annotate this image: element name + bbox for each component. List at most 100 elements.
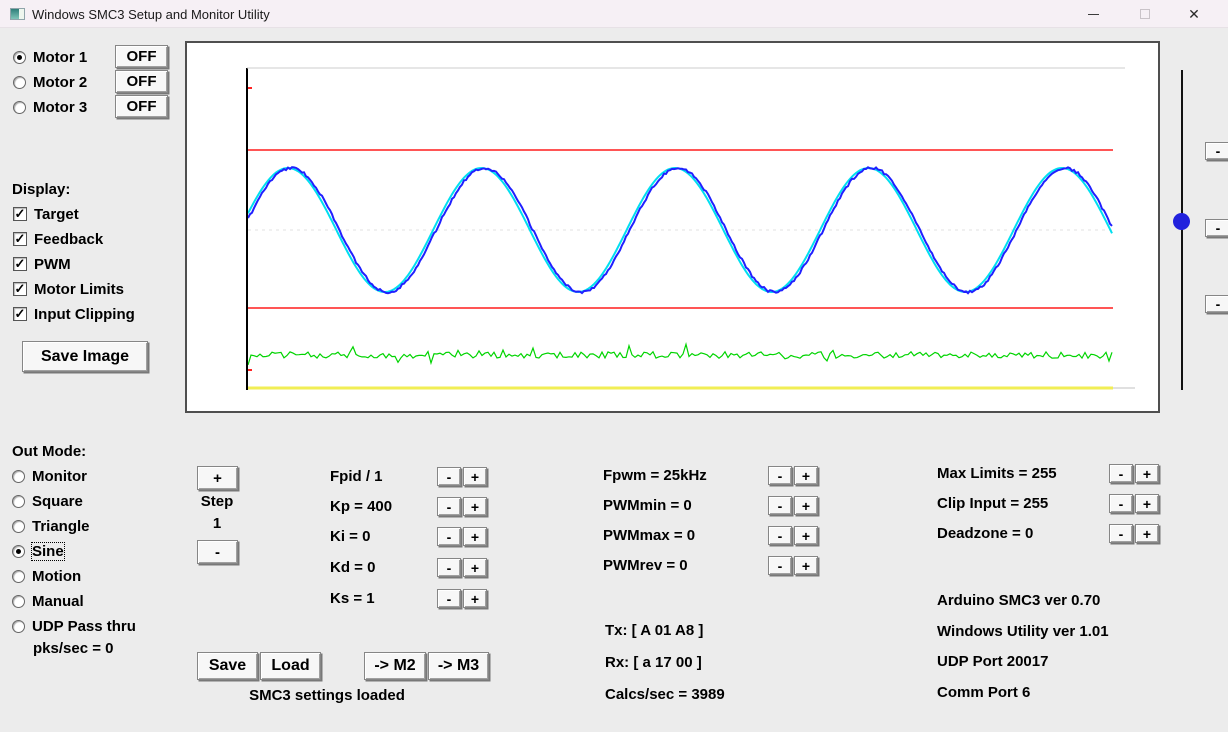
pwmmax-plus-button[interactable]: +	[794, 526, 818, 545]
kd-row: Kd = 0 - +	[330, 558, 487, 577]
pwmmin-label: PWMmin = 0	[603, 497, 766, 514]
display-motor-limits-option[interactable]: ✓ Motor Limits	[13, 280, 124, 298]
window-title: Windows SMC3 Setup and Monitor Utility	[32, 7, 270, 22]
fpid-minus-button[interactable]: -	[437, 467, 461, 486]
scope-upper-minus-button[interactable]: -	[1205, 142, 1228, 160]
pwmmax-minus-button[interactable]: -	[768, 526, 792, 545]
fpwm-plus-button[interactable]: +	[794, 466, 818, 485]
motor-1-radio[interactable]	[13, 51, 26, 64]
ki-label: Ki = 0	[330, 528, 435, 545]
display-input-clipping-option[interactable]: ✓ Input Clipping	[13, 305, 135, 323]
scope-plot	[187, 43, 1158, 411]
udp-port-text: UDP Port 20017	[937, 653, 1048, 670]
motion-label: Motion	[32, 568, 81, 585]
out-mode-manual[interactable]: Manual	[12, 592, 84, 610]
out-mode-triangle[interactable]: Triangle	[12, 517, 90, 535]
scope-lower-minus-button[interactable]: -	[1205, 295, 1228, 313]
kd-minus-button[interactable]: -	[437, 558, 461, 577]
pwmrev-minus-button[interactable]: -	[768, 556, 792, 575]
kd-label: Kd = 0	[330, 559, 435, 576]
pwm-checkbox[interactable]: ✓	[13, 257, 27, 271]
display-feedback-option[interactable]: ✓ Feedback	[13, 230, 103, 248]
monitor-label: Monitor	[32, 468, 87, 485]
fpid-plus-button[interactable]: +	[463, 467, 487, 486]
triangle-radio[interactable]	[12, 520, 25, 533]
motor-2-radio[interactable]	[13, 76, 26, 89]
scope-middle-minus-button[interactable]: -	[1205, 219, 1228, 237]
ks-label: Ks = 1	[330, 590, 435, 607]
utility-version-text: Windows Utility ver 1.01	[937, 623, 1109, 640]
out-mode-motion[interactable]: Motion	[12, 567, 81, 585]
ki-minus-button[interactable]: -	[437, 527, 461, 546]
square-radio[interactable]	[12, 495, 25, 508]
ki-plus-button[interactable]: +	[463, 527, 487, 546]
ks-plus-button[interactable]: +	[463, 589, 487, 608]
fpwm-minus-button[interactable]: -	[768, 466, 792, 485]
feedback-checkbox[interactable]: ✓	[13, 232, 27, 246]
motor-limits-label: Motor Limits	[34, 281, 124, 298]
save-image-button[interactable]: Save Image	[22, 341, 148, 372]
motor-1-option[interactable]: Motor 1	[13, 48, 87, 66]
step-minus-button[interactable]: -	[197, 540, 238, 564]
input-clipping-checkbox[interactable]: ✓	[13, 307, 27, 321]
pwm-label: PWM	[34, 256, 71, 273]
triangle-label: Triangle	[32, 518, 90, 535]
motor-limits-checkbox[interactable]: ✓	[13, 282, 27, 296]
send-to-m2-button[interactable]: -> M2	[364, 652, 426, 680]
pwmmin-minus-button[interactable]: -	[768, 496, 792, 515]
check-icon: ✓	[14, 281, 26, 297]
kp-minus-button[interactable]: -	[437, 497, 461, 516]
manual-radio[interactable]	[12, 595, 25, 608]
clip-input-plus-button[interactable]: +	[1135, 494, 1159, 513]
max-limits-plus-button[interactable]: +	[1135, 464, 1159, 483]
ks-minus-button[interactable]: -	[437, 589, 461, 608]
display-pwm-option[interactable]: ✓ PWM	[13, 255, 71, 273]
udp-radio[interactable]	[12, 620, 25, 633]
pwmrev-plus-button[interactable]: +	[794, 556, 818, 575]
fpwm-label: Fpwm = 25kHz	[603, 467, 766, 484]
clip-input-minus-button[interactable]: -	[1109, 494, 1133, 513]
deadzone-plus-button[interactable]: +	[1135, 524, 1159, 543]
send-to-m3-button[interactable]: -> M3	[428, 652, 489, 680]
motor-3-off-button[interactable]: OFF	[115, 95, 168, 118]
motor-1-off-button[interactable]: OFF	[115, 45, 168, 68]
out-mode-square[interactable]: Square	[12, 492, 83, 510]
maximize-button[interactable]	[1122, 0, 1168, 28]
scope-slider-track[interactable]	[1181, 70, 1183, 390]
pwmrev-label: PWMrev = 0	[603, 557, 766, 574]
monitor-radio[interactable]	[12, 470, 25, 483]
step-value: 1	[187, 515, 247, 532]
pwmmax-row: PWMmax = 0 - +	[603, 526, 818, 545]
load-button[interactable]: Load	[260, 652, 321, 680]
display-target-option[interactable]: ✓ Target	[13, 205, 79, 223]
out-mode-udp[interactable]: UDP Pass thru	[12, 617, 136, 635]
minimize-button[interactable]	[1070, 0, 1116, 28]
out-mode-monitor[interactable]: Monitor	[12, 467, 87, 485]
motor-3-radio[interactable]	[13, 101, 26, 114]
motor-3-option[interactable]: Motor 3	[13, 98, 87, 116]
max-limits-minus-button[interactable]: -	[1109, 464, 1133, 483]
motor-2-option[interactable]: Motor 2	[13, 73, 87, 91]
scope-slider-thumb[interactable]	[1173, 213, 1190, 230]
sine-radio[interactable]	[12, 545, 25, 558]
target-checkbox[interactable]: ✓	[13, 207, 27, 221]
arduino-version-text: Arduino SMC3 ver 0.70	[937, 592, 1100, 609]
motion-radio[interactable]	[12, 570, 25, 583]
pwmmin-plus-button[interactable]: +	[794, 496, 818, 515]
kp-plus-button[interactable]: +	[463, 497, 487, 516]
deadzone-minus-button[interactable]: -	[1109, 524, 1133, 543]
save-button[interactable]: Save	[197, 652, 258, 680]
motor-2-off-button[interactable]: OFF	[115, 70, 168, 93]
kd-plus-button[interactable]: +	[463, 558, 487, 577]
clip-input-label: Clip Input = 255	[937, 495, 1107, 512]
deadzone-row: Deadzone = 0 - +	[937, 524, 1159, 543]
kp-row: Kp = 400 - +	[330, 497, 487, 516]
out-mode-sine[interactable]: Sine	[12, 542, 64, 560]
tx-readout: Tx: [ A 01 A8 ]	[605, 622, 703, 639]
step-plus-button[interactable]: +	[197, 466, 238, 490]
check-icon: ✓	[14, 256, 26, 272]
square-label: Square	[32, 493, 83, 510]
target-label: Target	[34, 206, 79, 223]
ki-row: Ki = 0 - +	[330, 527, 487, 546]
close-button[interactable]: ✕	[1168, 0, 1220, 28]
